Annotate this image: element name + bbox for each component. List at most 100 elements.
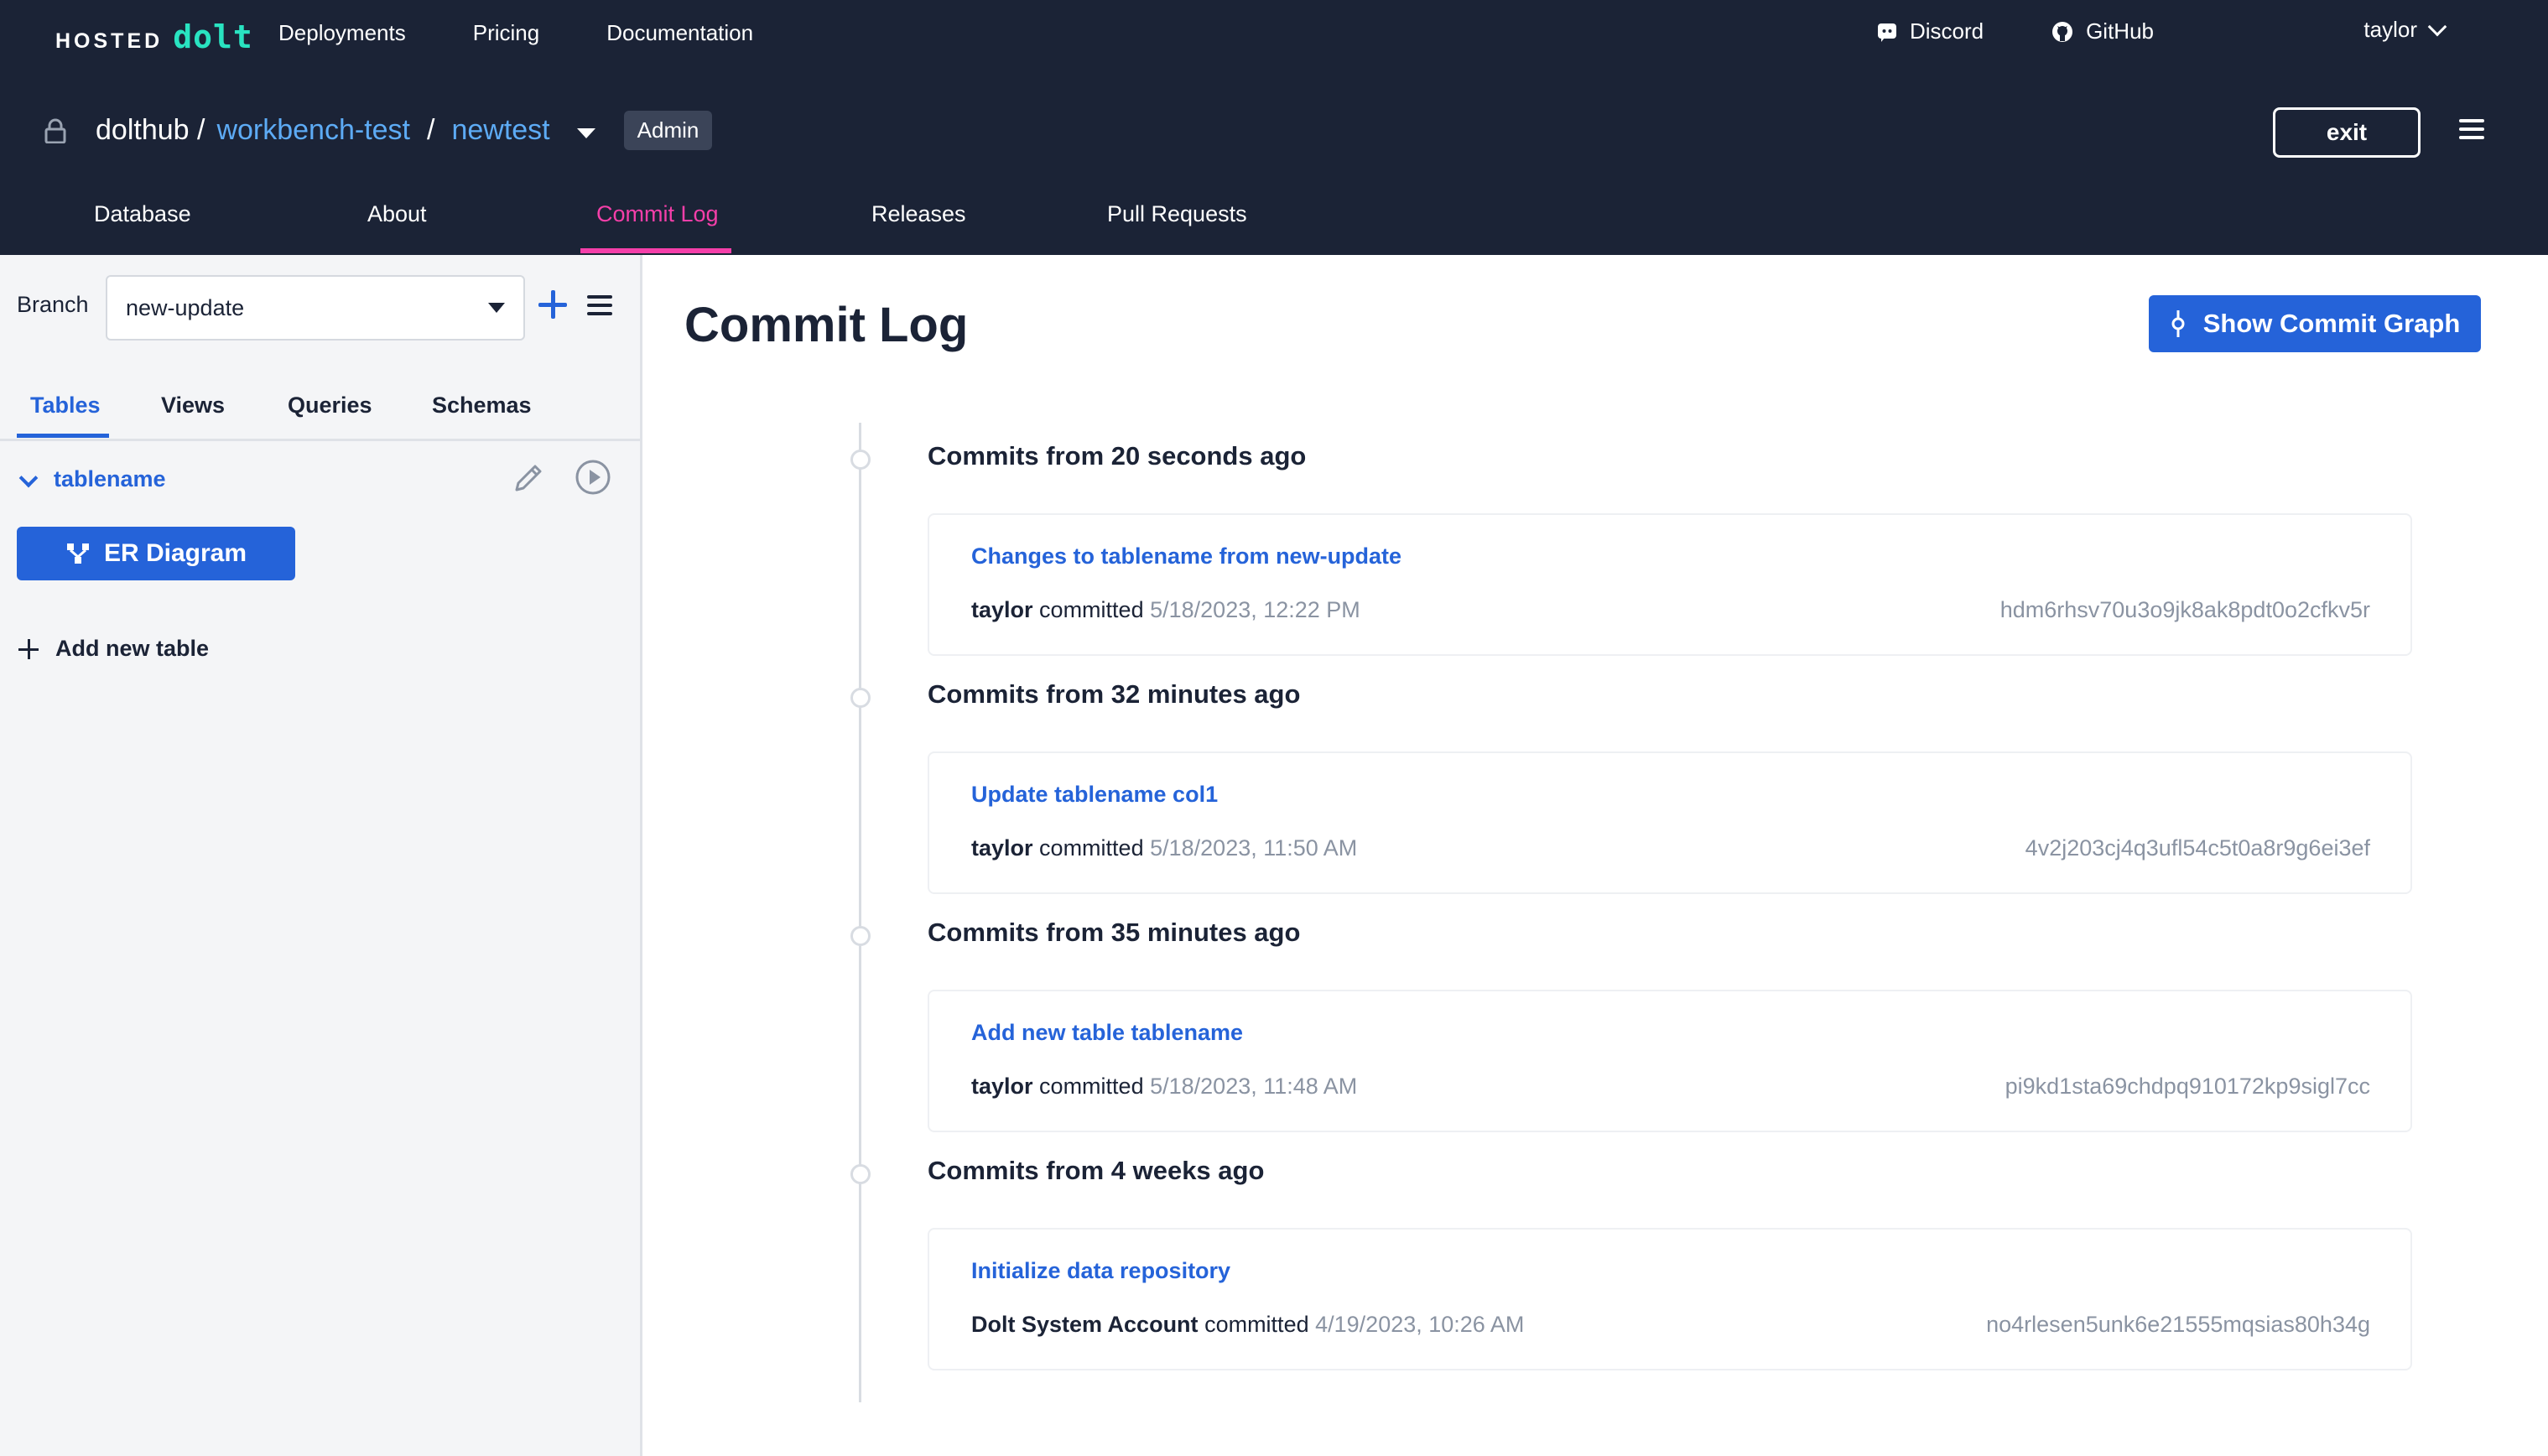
commit-card: Add new table tablename taylor committed… <box>928 990 2412 1132</box>
discord-icon <box>1877 23 1896 42</box>
nav-documentation[interactable]: Documentation <box>606 20 753 46</box>
lock-icon <box>44 118 66 143</box>
commit-hash[interactable]: hdm6rhsv70u3o9jk8ak8pdt0o2cfkv5r <box>2000 597 2370 623</box>
nav-pricing[interactable]: Pricing <box>473 20 539 46</box>
commit-meta: taylor committed 5/18/2023, 12:22 PM <box>971 597 1360 623</box>
tab-releases[interactable]: Releases <box>871 201 966 227</box>
commit-group-title: Commits from 4 weeks ago <box>928 1156 1265 1185</box>
add-new-table-link[interactable]: Add new table <box>18 636 209 662</box>
github-icon <box>2052 21 2073 42</box>
add-new-table-label: Add new table <box>55 636 210 661</box>
commit-meta: Dolt System Account committed 4/19/2023,… <box>971 1312 1524 1338</box>
commit-verb: committed <box>1039 597 1144 622</box>
commit-date: 5/18/2023, 11:50 AM <box>1150 835 1358 861</box>
diagram-icon <box>66 543 89 564</box>
exit-button[interactable]: exit <box>2273 107 2421 158</box>
discord-link[interactable]: Discord <box>1876 18 1984 44</box>
github-label: GitHub <box>2086 18 2154 44</box>
branch-list-icon[interactable] <box>587 295 612 315</box>
timeline-dot <box>850 926 871 946</box>
commit-group-title: Commits from 32 minutes ago <box>928 679 1301 709</box>
app-root: HOSTED dolt Deployments Pricing Document… <box>0 0 2548 1456</box>
tab-database[interactable]: Database <box>94 201 191 227</box>
commit-graph-icon <box>2171 310 2185 337</box>
branch-label: Branch <box>17 292 89 317</box>
timeline-dot <box>850 688 871 708</box>
breadcrumb-owner[interactable]: dolthub / <box>96 114 205 147</box>
commit-author: Dolt System Account <box>971 1312 1199 1337</box>
timeline-line <box>859 423 861 1402</box>
commit-hash[interactable]: no4rlesen5unk6e21555mqsias80h34g <box>1986 1312 2370 1338</box>
commit-verb: committed <box>1204 1312 1309 1337</box>
commit-meta: taylor committed 5/18/2023, 11:50 AM <box>971 835 1357 861</box>
top-header: HOSTED dolt Deployments Pricing Document… <box>0 0 2548 255</box>
active-subtab-indicator <box>17 434 109 438</box>
user-name: taylor <box>2363 17 2417 42</box>
commit-hash[interactable]: 4v2j203cj4q3ufl54c5t0a8r9g6ei3ef <box>2025 835 2370 861</box>
breadcrumb-database[interactable]: newtest <box>451 114 549 147</box>
commit-meta: taylor committed 5/18/2023, 11:48 AM <box>971 1074 1357 1100</box>
commit-date: 5/18/2023, 11:48 AM <box>1150 1074 1358 1099</box>
commit-message-link[interactable]: Initialize data repository <box>971 1258 1230 1284</box>
commit-card: Changes to tablename from new-update tay… <box>928 513 2412 656</box>
tab-about[interactable]: About <box>367 201 427 227</box>
commit-verb: committed <box>1039 835 1144 861</box>
tab-commit-log[interactable]: Commit Log <box>596 201 719 227</box>
caret-down-icon <box>488 303 505 313</box>
table-name[interactable]: tablename <box>54 466 166 492</box>
active-tab-indicator <box>580 248 731 253</box>
play-circle-icon[interactable] <box>574 458 612 497</box>
er-diagram-button[interactable]: ER Diagram <box>17 527 295 580</box>
commit-card: Initialize data repository Dolt System A… <box>928 1228 2412 1370</box>
nav-deployments[interactable]: Deployments <box>278 20 406 46</box>
breadcrumb: dolthub / workbench-test / newtest Admin <box>44 111 713 150</box>
user-menu[interactable]: taylor <box>2363 17 2447 43</box>
commit-author: taylor <box>971 597 1033 622</box>
logo-hosted-text: HOSTED <box>55 29 164 53</box>
subtab-tables[interactable]: Tables <box>30 393 101 419</box>
commit-group-title: Commits from 35 minutes ago <box>928 918 1301 947</box>
commit-message-link[interactable]: Add new table tablename <box>971 1020 1243 1046</box>
chevron-down-icon[interactable] <box>18 468 39 488</box>
er-diagram-label: ER Diagram <box>103 539 247 567</box>
sidebar-subtabs: Tables Views Queries Schemas <box>0 381 640 441</box>
caret-down-icon[interactable] <box>576 127 595 138</box>
show-commit-graph-label: Show Commit Graph <box>2202 309 2461 338</box>
main-content: Commit Log Show Commit Graph Commits fro… <box>642 255 2548 1456</box>
branch-select[interactable]: new-update <box>106 275 525 341</box>
breadcrumb-deployment[interactable]: workbench-test <box>216 114 410 147</box>
database-tabs: Database About Commit Log Releases Pull … <box>0 188 2548 255</box>
external-links: Discord GitHub <box>1876 18 2154 44</box>
subtab-schemas[interactable]: Schemas <box>432 393 532 419</box>
role-badge: Admin <box>623 111 713 150</box>
breadcrumb-separator: / <box>427 114 435 146</box>
commit-hash[interactable]: pi9kd1sta69chdpq910172kp9sigl7cc <box>2005 1074 2370 1100</box>
timeline-dot <box>850 1164 871 1184</box>
commit-author: taylor <box>971 835 1033 861</box>
hosted-dolt-logo[interactable]: HOSTED dolt <box>55 18 253 55</box>
commit-date: 4/19/2023, 10:26 AM <box>1315 1312 1525 1337</box>
commit-date: 5/18/2023, 12:22 PM <box>1150 597 1360 622</box>
subtab-views[interactable]: Views <box>161 393 225 419</box>
commit-group-title: Commits from 20 seconds ago <box>928 441 1307 471</box>
add-branch-plus-icon[interactable] <box>538 290 567 319</box>
commit-author: taylor <box>971 1074 1033 1099</box>
plus-icon <box>18 638 39 659</box>
chevron-down-icon <box>2427 17 2447 36</box>
branch-select-value: new-update <box>126 294 245 320</box>
github-link[interactable]: GitHub <box>2051 18 2154 44</box>
discord-label: Discord <box>1909 18 1984 44</box>
top-nav: Deployments Pricing Documentation <box>278 20 753 46</box>
sidebar-table-item[interactable]: tablename <box>17 456 621 507</box>
commit-card: Update tablename col1 taylor committed 5… <box>928 751 2412 894</box>
commit-message-link[interactable]: Changes to tablename from new-update <box>971 543 1401 569</box>
sidebar: Branch new-update Tables Views Queries S… <box>0 255 642 1456</box>
show-commit-graph-button[interactable]: Show Commit Graph <box>2149 295 2481 352</box>
commit-verb: committed <box>1039 1074 1144 1099</box>
tab-pull-requests[interactable]: Pull Requests <box>1107 201 1247 227</box>
subtab-queries[interactable]: Queries <box>288 393 372 419</box>
timeline-dot <box>850 450 871 470</box>
hamburger-menu-icon[interactable] <box>2459 119 2484 141</box>
commit-message-link[interactable]: Update tablename col1 <box>971 782 1218 808</box>
pencil-icon[interactable] <box>510 460 547 497</box>
